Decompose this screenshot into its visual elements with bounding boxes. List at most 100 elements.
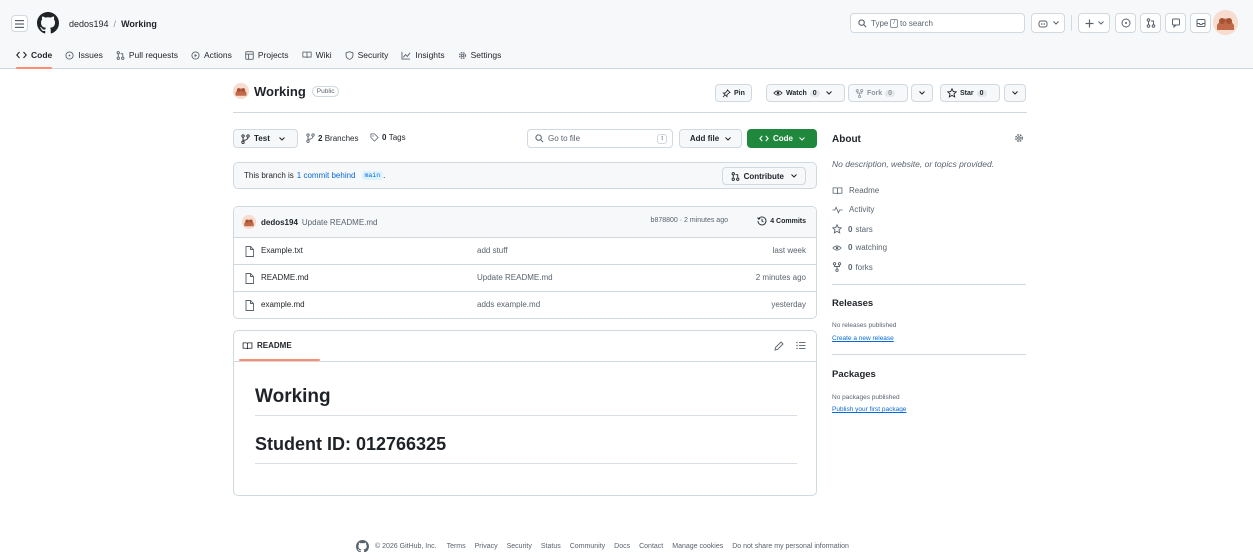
pin-button[interactable]: Pin [715, 84, 752, 102]
tab-projects[interactable]: Projects [245, 47, 289, 63]
repo-name[interactable]: Working [254, 84, 306, 99]
go-to-file-shortcut: t [657, 134, 667, 144]
fork-dropdown-button[interactable] [911, 84, 933, 102]
file-commit-message[interactable]: adds example.md [477, 300, 540, 309]
breadcrumb-repo[interactable]: Working [121, 19, 157, 29]
list-unordered-icon[interactable] [796, 341, 806, 350]
footer-link-docs[interactable]: Docs [614, 543, 630, 550]
tags-link[interactable]: 0 Tags [370, 133, 406, 142]
gear-icon[interactable] [1014, 133, 1024, 143]
footer-link-contact[interactable]: Contact [639, 543, 663, 550]
tab-pull-requests[interactable]: Pull requests [116, 47, 178, 63]
sidebar-stars-link[interactable]: 0 stars [832, 224, 873, 234]
tab-wiki[interactable]: Wiki [301, 47, 332, 63]
fork-label: Fork [867, 89, 883, 97]
watch-button[interactable]: Watch 0 [766, 84, 845, 102]
commit-author-avatar[interactable] [242, 215, 256, 229]
heading-divider [255, 463, 797, 464]
play-icon [191, 50, 200, 60]
branch-name: Test [254, 134, 270, 143]
footer-link-community[interactable]: Community [570, 543, 605, 550]
commits-behind-link[interactable]: 1 commit behind [297, 171, 356, 180]
avatar-identicon-icon [1213, 10, 1238, 35]
github-logo-icon[interactable] [37, 12, 59, 34]
sidebar-divider [832, 354, 1026, 355]
create-new-button[interactable] [1078, 13, 1110, 33]
pencil-icon[interactable] [774, 341, 784, 351]
watching-count: 0 [848, 243, 853, 252]
publish-package-link[interactable]: Publish your first package [832, 406, 906, 413]
footer-link-do-not-share[interactable]: Do not share my personal information [732, 543, 849, 550]
readme-tab-label: README [257, 341, 292, 350]
user-avatar[interactable] [1213, 10, 1238, 35]
sidebar-activity-link[interactable]: Activity [832, 205, 874, 214]
sidebar-readme-link[interactable]: Readme [832, 186, 879, 195]
copilot-button[interactable] [1031, 13, 1065, 33]
table-row[interactable]: Example.txt add stuff last week [234, 238, 816, 265]
go-to-file-placeholder: Go to file [548, 134, 581, 143]
tab-security[interactable]: Security [345, 47, 388, 63]
create-release-link[interactable]: Create a new release [832, 335, 894, 342]
commits-link[interactable]: 4 Commits [757, 216, 806, 226]
commit-meta[interactable]: b878800 · 2 minutes ago [651, 217, 728, 224]
base-branch-chip[interactable]: main [361, 171, 384, 180]
sidebar-forks-link[interactable]: 0 forks [832, 262, 873, 272]
search-prefix: Type [871, 18, 889, 28]
eye-icon [832, 245, 842, 250]
issues-header-button[interactable] [1115, 13, 1136, 33]
file-name[interactable]: Example.txt [261, 246, 303, 255]
footer-link-security[interactable]: Security [507, 543, 532, 550]
git-branch-icon [241, 133, 250, 144]
fork-button[interactable]: Fork 0 [848, 84, 908, 102]
tab-issues[interactable]: Issues [65, 47, 103, 63]
contribute-button[interactable]: Contribute [721, 167, 806, 185]
file-commit-message[interactable]: Update README.md [477, 273, 553, 282]
releases-heading[interactable]: Releases [832, 298, 873, 309]
file-name[interactable]: README.md [261, 273, 309, 282]
pulse-icon [832, 205, 843, 214]
chevron-down-icon [1012, 91, 1018, 95]
branches-link[interactable]: 2 Branches [306, 133, 358, 143]
branch-selector[interactable]: Test [233, 129, 298, 148]
menu-button[interactable] [11, 15, 28, 32]
tab-actions[interactable]: Actions [191, 47, 232, 63]
footer-link-privacy[interactable]: Privacy [475, 543, 498, 550]
add-file-button[interactable]: Add file [679, 129, 742, 148]
tab-readme[interactable]: README [239, 341, 320, 361]
tab-settings[interactable]: Settings [458, 47, 501, 63]
search-input[interactable]: Type / to search [850, 13, 1025, 33]
file-commit-message[interactable]: add stuff [477, 246, 508, 255]
table-row[interactable]: example.md adds example.md yesterday [234, 292, 816, 318]
chevron-down-icon [825, 91, 832, 95]
search-icon [535, 134, 544, 143]
packages-heading[interactable]: Packages [832, 369, 876, 380]
tab-insights[interactable]: Insights [401, 47, 445, 63]
star-dropdown-button[interactable] [1004, 84, 1026, 102]
footer-link-status[interactable]: Status [541, 543, 561, 550]
file-icon [245, 246, 254, 257]
breadcrumb-separator: / [113, 19, 117, 29]
chevron-down-icon [725, 136, 732, 141]
pull-requests-header-button[interactable] [1140, 13, 1161, 33]
file-name[interactable]: example.md [261, 300, 305, 309]
github-logo-icon[interactable] [356, 540, 369, 552]
branch-status-banner: This branch is 1 commit behind main. Con… [233, 162, 817, 189]
discussions-header-button[interactable] [1165, 13, 1186, 33]
chevron-down-icon [919, 91, 925, 95]
code-button[interactable]: Code [747, 129, 817, 148]
repo-owner-avatar[interactable] [233, 83, 249, 99]
breadcrumb-owner[interactable]: dedos194 [69, 19, 109, 29]
footer-link-manage-cookies[interactable]: Manage cookies [672, 543, 723, 550]
commit-message[interactable]: Update README.md [302, 218, 378, 227]
inbox-header-button[interactable] [1190, 13, 1211, 33]
file-date: 2 minutes ago [755, 273, 806, 282]
packages-empty-text: No packages published [832, 394, 900, 401]
chevron-down-icon [799, 136, 805, 141]
footer-link-terms[interactable]: Terms [447, 543, 466, 550]
tab-code[interactable]: Code [16, 47, 53, 69]
star-button[interactable]: Star 0 [940, 84, 1000, 102]
go-to-file-input[interactable]: Go to file t [527, 129, 673, 148]
sidebar-watching-link[interactable]: 0 watching [832, 243, 887, 252]
commit-author[interactable]: dedos194 [261, 218, 298, 227]
table-row[interactable]: README.md Update README.md 2 minutes ago [234, 265, 816, 292]
